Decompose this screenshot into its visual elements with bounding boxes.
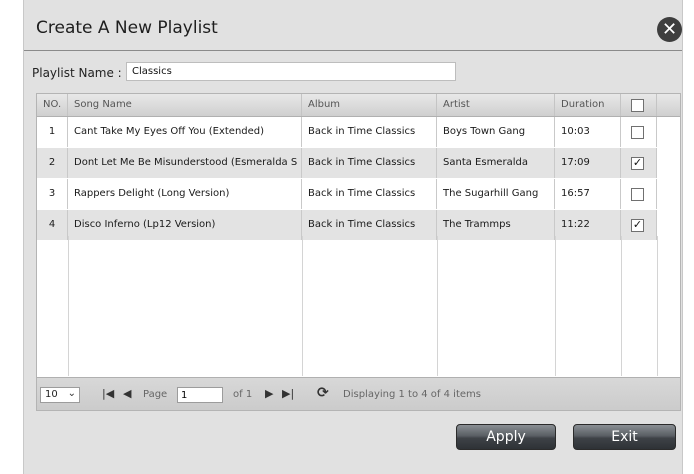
column-divider bbox=[657, 236, 658, 376]
dialog-title: Create A New Playlist bbox=[36, 18, 218, 38]
header-album[interactable]: Album bbox=[302, 94, 437, 116]
table-row[interactable]: 1 Cant Take My Eyes Off You (Extended) B… bbox=[37, 117, 657, 147]
page-of-label: of 1 bbox=[233, 389, 253, 400]
cell-artist: Santa Esmeralda bbox=[437, 148, 555, 178]
cell-duration: 16:57 bbox=[555, 179, 621, 209]
create-playlist-dialog: Create A New Playlist ✕ Playlist Name : … bbox=[23, 0, 683, 474]
cell-song-name: Cant Take My Eyes Off You (Extended) bbox=[68, 117, 302, 147]
close-icon[interactable]: ✕ bbox=[657, 17, 682, 42]
chevron-down-icon: ⌄ bbox=[67, 388, 76, 399]
header-no[interactable]: NO. bbox=[37, 94, 68, 116]
column-divider bbox=[302, 236, 303, 376]
header-duration[interactable]: Duration bbox=[555, 94, 621, 116]
exit-button[interactable]: Exit bbox=[573, 424, 676, 450]
page-size-select[interactable]: 10 ⌄ bbox=[40, 387, 80, 403]
page-number-input[interactable] bbox=[177, 387, 223, 403]
songs-table: NO. Song Name Album Artist Duration 1 Ca… bbox=[36, 93, 681, 411]
playlist-name-label: Playlist Name : bbox=[32, 66, 122, 80]
cell-song-name: Dont Let Me Be Misunderstood (Esmeralda … bbox=[68, 148, 302, 178]
cell-duration: 17:09 bbox=[555, 148, 621, 178]
cell-no: 3 bbox=[37, 179, 68, 209]
table-row[interactable]: 3 Rappers Delight (Long Version) Back in… bbox=[37, 179, 657, 209]
cell-album: Back in Time Classics bbox=[302, 179, 437, 209]
page-size-value: 10 bbox=[45, 389, 58, 400]
paging-status: Displaying 1 to 4 of 4 items bbox=[343, 389, 481, 400]
pagination-bar: 10 ⌄ |◀ ◀ Page of 1 ▶ ▶| ⟳ Displaying 1 … bbox=[37, 377, 680, 410]
cell-album: Back in Time Classics bbox=[302, 148, 437, 178]
title-divider bbox=[24, 50, 682, 51]
table-empty-area bbox=[37, 236, 658, 376]
prev-page-icon[interactable]: ◀ bbox=[123, 387, 131, 400]
column-divider bbox=[621, 236, 622, 376]
cell-song-name: Rappers Delight (Long Version) bbox=[68, 179, 302, 209]
cell-album: Back in Time Classics bbox=[302, 117, 437, 147]
table-header: NO. Song Name Album Artist Duration bbox=[37, 94, 680, 117]
cell-select bbox=[621, 117, 657, 147]
header-song-name[interactable]: Song Name bbox=[68, 94, 302, 116]
row-checkbox[interactable]: ✓ bbox=[631, 157, 644, 170]
playlist-name-input[interactable] bbox=[126, 62, 456, 81]
select-all-checkbox[interactable] bbox=[631, 99, 644, 112]
cell-select: ✓ bbox=[621, 148, 657, 178]
cell-artist: The Sugarhill Gang bbox=[437, 179, 555, 209]
first-page-icon[interactable]: |◀ bbox=[102, 387, 114, 400]
page-label: Page bbox=[143, 389, 168, 400]
row-checkbox[interactable]: ✓ bbox=[631, 219, 644, 232]
cell-artist: Boys Town Gang bbox=[437, 117, 555, 147]
row-checkbox[interactable] bbox=[631, 126, 644, 139]
cell-select bbox=[621, 179, 657, 209]
header-select-all bbox=[621, 94, 657, 116]
cell-no: 2 bbox=[37, 148, 68, 178]
next-page-icon[interactable]: ▶ bbox=[265, 387, 273, 400]
cell-duration: 10:03 bbox=[555, 117, 621, 147]
cell-no: 1 bbox=[37, 117, 68, 147]
column-divider bbox=[555, 236, 556, 376]
row-checkbox[interactable] bbox=[631, 188, 644, 201]
last-page-icon[interactable]: ▶| bbox=[282, 387, 294, 400]
column-divider bbox=[68, 236, 69, 376]
column-divider bbox=[437, 236, 438, 376]
header-artist[interactable]: Artist bbox=[437, 94, 555, 116]
refresh-icon[interactable]: ⟳ bbox=[317, 385, 329, 401]
apply-button[interactable]: Apply bbox=[456, 424, 556, 450]
table-row[interactable]: 2 Dont Let Me Be Misunderstood (Esmerald… bbox=[37, 148, 657, 178]
